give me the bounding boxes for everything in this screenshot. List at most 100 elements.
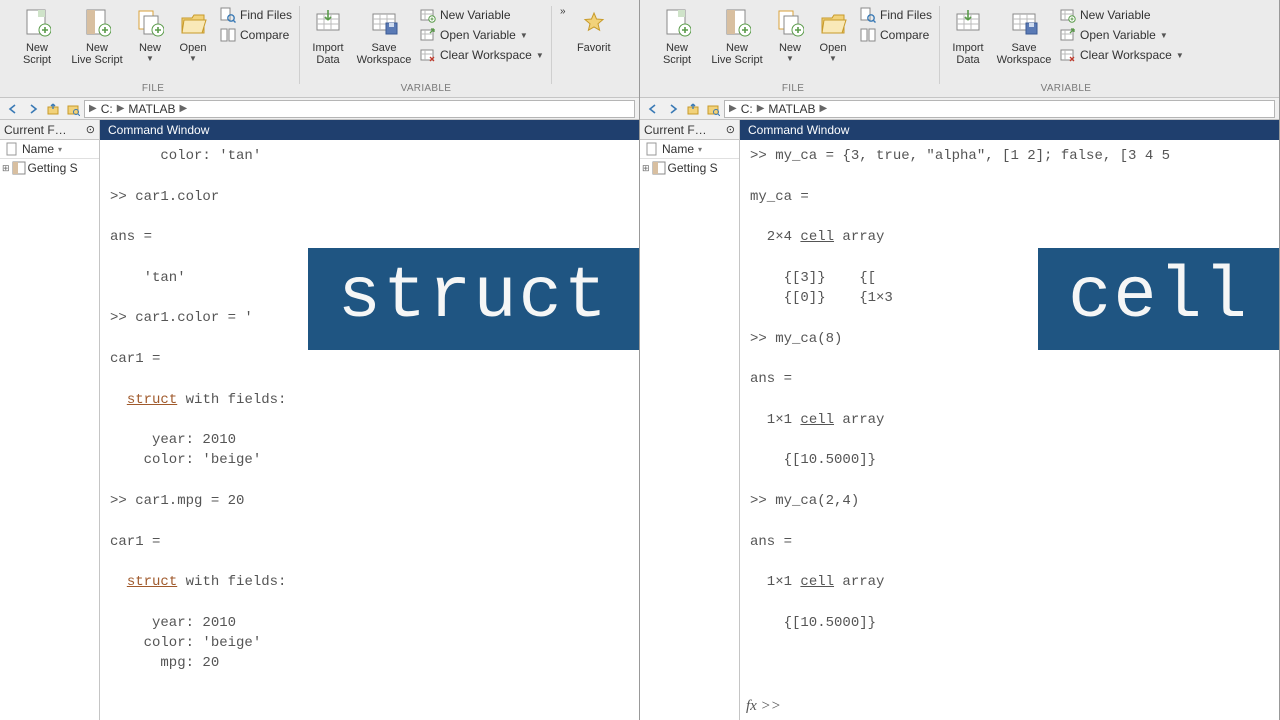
new-variable-button[interactable]: New Variable: [416, 6, 548, 24]
chevron-right-icon: »: [560, 6, 566, 17]
overlay-label-cell: cell: [1038, 248, 1279, 350]
fx-prompt[interactable]: fx >>: [746, 696, 781, 718]
address-bar[interactable]: ▶ C:▶ MATLAB▶: [724, 100, 1275, 118]
nav-up-button[interactable]: [684, 100, 702, 118]
folder-column-name: Name: [22, 142, 54, 156]
ribbon-group-file: New Script New Live Script New ▼ Open ▼: [646, 4, 940, 96]
new-script-icon: [20, 6, 54, 40]
ribbon: New Script New Live Script New ▼ Open ▼: [640, 0, 1279, 98]
nav-forward-button[interactable]: [24, 100, 42, 118]
clear-workspace-icon: [1060, 47, 1076, 63]
folder-column-header[interactable]: Name ▾: [0, 140, 99, 159]
ribbon-group-file-label: FILE: [10, 83, 296, 96]
folder-tree-item[interactable]: ⊞ Getting S: [640, 159, 739, 177]
open-variable-button[interactable]: Open Variable ▼: [416, 26, 548, 44]
compare-button[interactable]: Compare: [216, 26, 296, 44]
command-window-body[interactable]: color: 'tan' >> car1.color ans = 'tan' >…: [100, 140, 639, 720]
command-window-body[interactable]: >> my_ca = {3, true, "alpha", [1 2]; fal…: [740, 140, 1279, 720]
save-workspace-label: Save Workspace: [357, 42, 412, 66]
import-data-button[interactable]: Import Data: [944, 4, 992, 83]
open-label: Open: [180, 42, 207, 54]
clear-workspace-button[interactable]: Clear Workspace ▼: [416, 46, 548, 64]
breadcrumb-folder[interactable]: MATLAB▶: [768, 102, 827, 116]
address-bar[interactable]: ▶ C:▶ MATLAB▶: [84, 100, 635, 118]
save-workspace-button[interactable]: Save Workspace: [994, 4, 1054, 83]
folder-tree-item[interactable]: ⊞ Getting S: [0, 159, 99, 177]
main-area: Current F… ⊙ Name ▾ ⊞ Getting S Command …: [640, 120, 1279, 720]
save-workspace-button[interactable]: Save Workspace: [354, 4, 414, 83]
ribbon-group-file-label: FILE: [650, 83, 936, 96]
command-window-title: Command Window: [740, 120, 1279, 140]
new-icon: [773, 6, 807, 40]
nav-up-button[interactable]: [44, 100, 62, 118]
new-script-button[interactable]: New Script: [10, 4, 64, 83]
clear-workspace-button[interactable]: Clear Workspace▼: [1056, 46, 1188, 64]
compare-button[interactable]: Compare: [856, 26, 936, 44]
current-folder-header: Current F… ⊙: [640, 120, 739, 140]
new-script-button[interactable]: New Script: [650, 4, 704, 83]
ribbon: New Script New Live Script New ▼: [0, 0, 639, 98]
find-files-label: Find Files: [880, 8, 932, 22]
ribbon-group-variable-label: VARIABLE: [944, 83, 1188, 96]
new-live-script-button[interactable]: New Live Script: [66, 4, 128, 83]
find-files-button[interactable]: Find Files: [856, 6, 936, 24]
folder-item-label: Getting S: [668, 161, 718, 175]
caret-icon: ▼: [536, 51, 544, 60]
nav-browse-button[interactable]: [64, 100, 82, 118]
ribbon-group-variable: Import Data Save Workspace New Variable …: [300, 4, 552, 96]
navbar: ▶ C:▶ MATLAB▶: [640, 98, 1279, 120]
open-button[interactable]: Open ▼: [172, 4, 214, 83]
new-live-script-button[interactable]: New Live Script: [706, 4, 768, 83]
import-data-label: Import Data: [312, 42, 343, 66]
ribbon-group-variable-label: VARIABLE: [304, 83, 548, 96]
nav-browse-button[interactable]: [704, 100, 722, 118]
new-script-icon: [660, 6, 694, 40]
right-app: New Script New Live Script New ▼ Open ▼: [640, 0, 1280, 720]
breadcrumb-folder[interactable]: MATLAB▶: [128, 102, 187, 116]
find-files-button[interactable]: Find Files: [216, 6, 296, 24]
open-button[interactable]: Open ▼: [812, 4, 854, 83]
breadcrumb-drive[interactable]: C:▶: [741, 102, 765, 116]
caret-icon: ▼: [1176, 51, 1184, 60]
current-folder-title: Current F…: [4, 123, 67, 137]
blank-doc-icon: [646, 142, 658, 156]
find-files-icon: [860, 7, 876, 23]
breadcrumb-drive[interactable]: C:▶: [101, 102, 125, 116]
pane-menu-button[interactable]: ⊙: [726, 123, 735, 136]
ribbon-overflow[interactable]: »: [552, 4, 574, 17]
sort-caret-icon: ▾: [698, 145, 702, 154]
pane-menu-button[interactable]: ⊙: [86, 123, 95, 136]
caret-icon: ▼: [189, 56, 197, 62]
import-data-button[interactable]: Import Data: [304, 4, 352, 83]
caret-icon: ▼: [786, 56, 794, 62]
chevron-right-icon: ▶: [89, 103, 97, 114]
open-variable-button[interactable]: Open Variable▼: [1056, 26, 1188, 44]
find-files-label: Find Files: [240, 8, 292, 22]
overlay-label-struct: struct: [308, 248, 639, 350]
new-variable-label: New Variable: [440, 8, 510, 22]
nav-back-button[interactable]: [4, 100, 22, 118]
folder-column-name: Name: [662, 142, 694, 156]
open-icon: [176, 6, 210, 40]
new-icon: [133, 6, 167, 40]
import-data-label: Import Data: [952, 42, 983, 66]
folder-item-label: Getting S: [28, 161, 78, 175]
new-button[interactable]: New ▼: [770, 4, 810, 83]
caret-icon: ▼: [520, 31, 528, 40]
new-live-script-icon: [80, 6, 114, 40]
ribbon-group-file: New Script New Live Script New ▼: [6, 4, 300, 96]
nav-forward-button[interactable]: [664, 100, 682, 118]
open-variable-label: Open Variable: [440, 28, 516, 42]
nav-back-button[interactable]: [644, 100, 662, 118]
open-variable-label: Open Variable: [1080, 28, 1156, 42]
folder-column-header[interactable]: Name ▾: [640, 140, 739, 159]
compare-icon: [220, 27, 236, 43]
live-script-icon: [12, 161, 26, 175]
expand-icon[interactable]: ⊞: [642, 163, 650, 174]
favorites-button[interactable]: Favorit: [574, 4, 614, 54]
new-button[interactable]: New ▼: [130, 4, 170, 83]
new-variable-button[interactable]: New Variable: [1056, 6, 1188, 24]
clear-workspace-icon: [420, 47, 436, 63]
expand-icon[interactable]: ⊞: [2, 163, 10, 174]
chevron-right-icon: ▶: [729, 103, 737, 114]
